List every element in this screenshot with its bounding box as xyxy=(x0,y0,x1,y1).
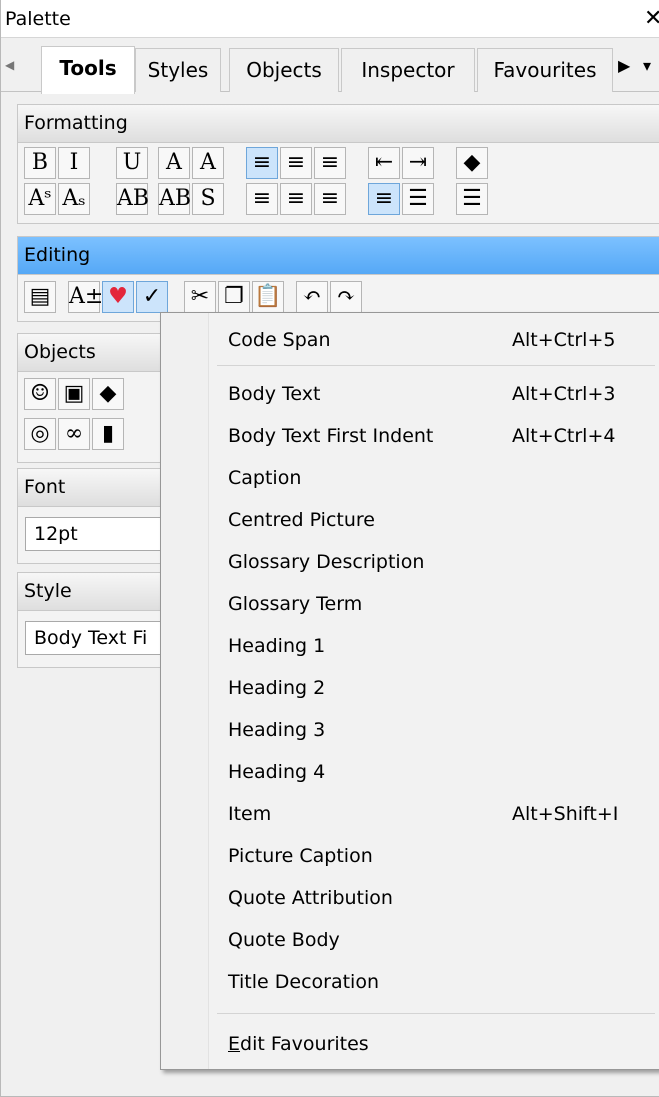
menu-item-shortcut: Alt+Ctrl+5 xyxy=(512,329,616,351)
align-center-icon[interactable]: ≡ xyxy=(280,183,312,215)
editing-header[interactable]: Editing xyxy=(18,237,659,275)
favourites-heart-icon[interactable]: ♥ xyxy=(102,281,134,313)
copy-icon[interactable]: ❐ xyxy=(218,281,250,313)
window-title: Palette xyxy=(5,8,71,30)
eraser-icon[interactable]: ◆ xyxy=(456,147,488,179)
menu-item-label: Body Text xyxy=(228,383,321,405)
menu-item[interactable]: Body Text First Indent Alt+Ctrl+4 xyxy=(162,417,658,457)
tab-tools[interactable]: Tools xyxy=(41,46,135,94)
subscript-icon[interactable]: Aₛ xyxy=(58,183,90,215)
menu-item-label: Glossary Description xyxy=(228,551,425,573)
align-right-icon[interactable]: ≡ xyxy=(314,183,346,215)
menu-item-label: Item xyxy=(228,803,272,825)
tab-objects[interactable]: Objects xyxy=(229,48,339,92)
all-caps-icon[interactable]: AB xyxy=(158,183,191,215)
tab-scroll-right-icon[interactable]: ▶ xyxy=(618,56,630,75)
menu-item[interactable]: Edit Favourites xyxy=(162,1025,658,1065)
hyperlink-icon[interactable]: ◎ xyxy=(24,418,56,450)
menu-item[interactable]: Picture Caption xyxy=(162,837,658,877)
spellcheck-icon[interactable]: ✓ xyxy=(136,281,168,313)
palette-window: Palette ✕ ◀ Tools Styles Objects Inspect… xyxy=(0,0,659,1097)
menu-item-label: Caption xyxy=(228,467,302,489)
align-left-icon[interactable]: ≡ xyxy=(246,183,278,215)
shapes-icon[interactable]: ◆ xyxy=(92,378,124,410)
paste-icon[interactable]: 📋 xyxy=(252,281,284,313)
justify-right-icon[interactable]: ≡ xyxy=(314,147,346,179)
align-justify-icon[interactable]: ≡ xyxy=(368,183,400,215)
menu-item-label: Heading 3 xyxy=(228,719,326,741)
picture-icon[interactable]: ▣ xyxy=(58,378,90,410)
menu-item[interactable]: Heading 1 xyxy=(162,627,658,667)
tab-bar: ◀ Tools Styles Objects Inspector Favouri… xyxy=(1,42,659,94)
menu-item[interactable]: Heading 3 xyxy=(162,711,658,751)
link-icon[interactable]: ∞ xyxy=(58,418,90,450)
tab-inspector[interactable]: Inspector xyxy=(341,48,475,92)
menu-item-label: Title Decoration xyxy=(228,971,379,993)
bullet-list-icon[interactable]: ☰ xyxy=(402,183,434,215)
justify-full-icon[interactable]: ≡ xyxy=(246,147,278,179)
emoji-icon[interactable]: ☺ xyxy=(24,378,56,410)
cut-icon[interactable]: ✂ xyxy=(184,281,216,313)
menu-item-shortcut: Alt+Shift+I xyxy=(512,803,619,825)
menu-item-label: Picture Caption xyxy=(228,845,373,867)
menu-item-shortcut: Alt+Ctrl+3 xyxy=(512,383,616,405)
editing-section: Editing ▤ A± ♥ ✓ ✂ ❐ 📋 ↶ ↷ xyxy=(17,236,659,322)
redo-icon[interactable]: ↷ xyxy=(330,281,362,313)
favourites-styles-menu: Code Span Alt+Ctrl+5 Body Text Alt+Ctrl+3 Bo… xyxy=(160,312,659,1070)
undo-icon[interactable]: ↶ xyxy=(296,281,328,313)
highlight-color-icon[interactable]: A xyxy=(192,147,224,179)
italic-icon[interactable]: I xyxy=(58,147,90,179)
menu-item-label: Heading 2 xyxy=(228,677,326,699)
properties-icon[interactable]: ▤ xyxy=(24,281,56,313)
menu-item[interactable]: Centred Picture xyxy=(162,501,658,541)
underline-icon[interactable]: U xyxy=(116,147,148,179)
numbered-list-icon[interactable]: ☰ xyxy=(456,183,488,215)
menu-item[interactable]: Body Text Alt+Ctrl+3 xyxy=(162,375,658,415)
text-color-icon[interactable]: A xyxy=(158,147,190,179)
bookmark-icon[interactable]: ▮ xyxy=(92,418,124,450)
font-size-value: 12pt xyxy=(34,523,78,545)
close-icon[interactable]: ✕ xyxy=(644,6,659,31)
small-caps-icon[interactable]: AB xyxy=(116,183,149,215)
menu-item[interactable]: Title Decoration xyxy=(162,963,658,1003)
formatting-section: Formatting B I U A A ≡ ≡ ≡ ⇤ ⇥ ◆ Aˢ Aₛ AB AB S ≡ ≡ ≡ ≡ ☰ ☰ xyxy=(17,104,659,224)
text-size-icon[interactable]: A± xyxy=(68,281,103,313)
menu-item[interactable]: Heading 2 xyxy=(162,669,658,709)
menu-item[interactable]: Glossary Term xyxy=(162,585,658,625)
strikethrough-icon[interactable]: S xyxy=(192,183,224,215)
menu-item[interactable]: Heading 4 xyxy=(162,753,658,793)
superscript-icon[interactable]: Aˢ xyxy=(24,183,56,215)
tab-scroll-left-icon[interactable]: ◀ xyxy=(5,58,14,72)
tab-favourites[interactable]: Favourites xyxy=(477,48,613,92)
menu-item[interactable]: Quote Attribution xyxy=(162,879,658,919)
menu-item-label: Glossary Term xyxy=(228,593,363,615)
title-bar: Palette ✕ xyxy=(1,0,659,38)
menu-separator xyxy=(217,1013,655,1014)
menu-item-shortcut: Alt+Ctrl+4 xyxy=(512,425,616,447)
menu-item-label: Quote Body xyxy=(228,929,340,951)
menu-item-label: Heading 1 xyxy=(228,635,326,657)
bold-icon[interactable]: B xyxy=(24,147,56,179)
outdent-icon[interactable]: ⇤ xyxy=(368,147,400,179)
menu-item-label: Centred Picture xyxy=(228,509,375,531)
menu-item[interactable]: Caption xyxy=(162,459,658,499)
menu-item-label: Edit Favourites xyxy=(228,1033,369,1055)
justify-center-icon[interactable]: ≡ xyxy=(280,147,312,179)
menu-item[interactable]: Item Alt+Shift+I xyxy=(162,795,658,835)
menu-item[interactable]: Glossary Description xyxy=(162,543,658,583)
menu-item[interactable]: Code Span Alt+Ctrl+5 xyxy=(162,321,658,361)
menu-separator xyxy=(217,365,655,366)
tab-styles[interactable]: Styles xyxy=(135,48,221,92)
tab-overflow-icon[interactable]: ▾ xyxy=(643,56,651,75)
menu-item[interactable]: Quote Body xyxy=(162,921,658,961)
formatting-header[interactable]: Formatting xyxy=(18,105,659,143)
menu-item-label: Quote Attribution xyxy=(228,887,393,909)
indent-icon[interactable]: ⇥ xyxy=(402,147,434,179)
menu-item-label: Heading 4 xyxy=(228,761,326,783)
style-value: Body Text Fi xyxy=(34,627,148,649)
menu-item-label: Body Text First Indent xyxy=(228,425,434,447)
menu-item-label: Code Span xyxy=(228,329,331,351)
